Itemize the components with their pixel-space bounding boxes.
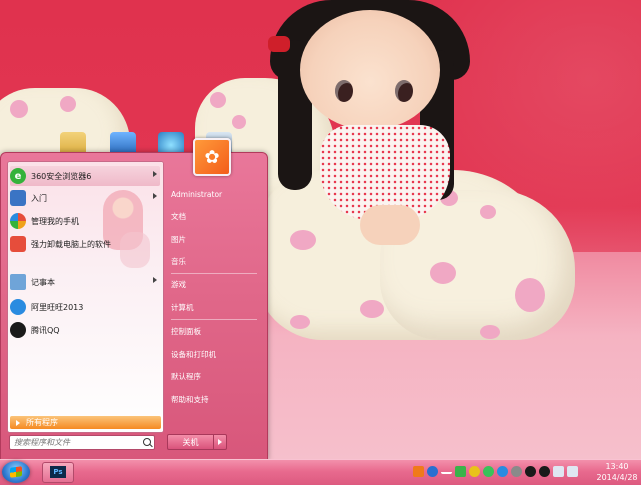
flower-icon: ✿	[204, 146, 220, 168]
menu-item-devices-printers[interactable]: 设备和打印机	[171, 347, 259, 363]
submenu-arrow-icon	[153, 193, 157, 199]
menu-item-computer[interactable]: 计算机	[171, 300, 259, 316]
wallpaper-dot	[360, 300, 384, 318]
menu-item-default-programs[interactable]: 默认程序	[171, 369, 259, 385]
clock-date: 2014/4/28	[596, 473, 638, 482]
program-label: 记事本	[31, 277, 55, 287]
qq-penguin-icon	[10, 322, 26, 338]
all-programs-label: 所有程序	[26, 418, 58, 427]
360-guard-icon[interactable]	[483, 466, 494, 477]
wallpaper-doll-eye	[335, 80, 353, 102]
program-notepad[interactable]: 记事本	[10, 272, 160, 292]
notepad-icon	[10, 274, 26, 290]
program-getting-started[interactable]: 入门	[10, 188, 160, 208]
program-aliwangwang[interactable]: 阿里旺旺2013	[10, 297, 160, 317]
start-button[interactable]	[2, 461, 30, 483]
menu-item-games[interactable]: 游戏	[171, 277, 259, 293]
taskbar-photoshop-button[interactable]: Ps	[42, 462, 74, 483]
menu-item-control-panel[interactable]: 控制面板	[171, 324, 259, 340]
shutdown-group: 关机	[167, 434, 227, 450]
menu-item-documents[interactable]: 文档	[171, 209, 259, 225]
qq-tray-icon-2[interactable]	[539, 466, 550, 477]
menu-separator	[171, 319, 257, 320]
wallpaper-dot	[210, 92, 226, 108]
taskbar-clock[interactable]: 13:40 2014/4/28	[595, 461, 639, 483]
help-icon[interactable]	[427, 466, 438, 477]
search-icon	[142, 437, 154, 449]
submenu-arrow-icon	[153, 277, 157, 283]
clock-time: 13:40	[605, 462, 629, 471]
program-label: 腾讯QQ	[31, 325, 60, 335]
aliwangwang-icon	[10, 299, 26, 315]
program-label: 入门	[31, 193, 47, 203]
menu-item-pictures[interactable]: 图片	[171, 232, 259, 248]
program-label: 360安全浏览器6	[31, 171, 92, 181]
start-search-input[interactable]: 搜索程序和文件	[9, 435, 155, 450]
program-uninstaller[interactable]: 强力卸载电脑上的软件	[10, 234, 160, 254]
windows-logo-icon	[10, 466, 22, 478]
menu-item-administrator[interactable]: Administrator	[171, 187, 259, 203]
network-icon[interactable]	[567, 466, 578, 477]
photoshop-icon: Ps	[50, 466, 66, 478]
program-label: 阿里旺旺2013	[31, 302, 84, 312]
wallpaper-doll-eye	[395, 80, 413, 102]
program-label: 强力卸载电脑上的软件	[31, 239, 111, 249]
menu-item-help-support[interactable]: 帮助和支持	[171, 392, 259, 408]
wallpaper-dot	[480, 205, 496, 219]
all-programs-button[interactable]: 所有程序	[10, 416, 161, 429]
chevron-right-icon	[218, 439, 222, 445]
submenu-arrow-icon	[153, 171, 157, 177]
sogou-input-icon[interactable]	[413, 466, 424, 477]
browser-360-icon: e	[10, 168, 26, 184]
uninstaller-icon	[10, 236, 26, 252]
wallpaper-dot	[10, 100, 28, 118]
volume-icon[interactable]	[553, 466, 564, 477]
wallpaper-dot	[60, 96, 76, 112]
program-360-browser[interactable]: e 360安全浏览器6	[10, 166, 160, 186]
qq-tray-icon[interactable]	[525, 466, 536, 477]
phone-manager-icon	[10, 213, 26, 229]
start-menu-programs-pane: e 360安全浏览器6 入门 管理我的手机 强力卸载电脑上的软件 记事本 阿里旺…	[7, 161, 164, 433]
program-label: 管理我的手机	[31, 216, 79, 226]
wallpaper-dot	[480, 325, 500, 339]
wallpaper-dot	[290, 315, 310, 329]
wallpaper-dot	[430, 262, 456, 284]
getting-started-icon	[10, 190, 26, 206]
wallpaper-doll-face	[300, 10, 440, 130]
program-phone-manager[interactable]: 管理我的手机	[10, 211, 160, 231]
security-shield-icon[interactable]	[455, 466, 466, 477]
start-menu: e 360安全浏览器6 入门 管理我的手机 强力卸载电脑上的软件 记事本 阿里旺…	[0, 152, 268, 460]
system-tray	[413, 466, 581, 477]
user-avatar[interactable]: ✿	[193, 138, 231, 176]
menu-separator	[171, 273, 257, 274]
shutdown-button[interactable]: 关机	[167, 434, 214, 450]
menu-item-music[interactable]: 音乐	[171, 254, 259, 270]
wallpaper-doll-hairclip	[268, 36, 290, 52]
show-hidden-icons-chevron-icon[interactable]	[441, 466, 452, 474]
wallpaper-dot	[515, 278, 545, 312]
all-programs-arrow-icon	[16, 419, 20, 426]
search-placeholder: 搜索程序和文件	[14, 438, 70, 447]
wallpaper-doll-legs	[360, 205, 420, 245]
program-qq[interactable]: 腾讯QQ	[10, 320, 160, 340]
browser-tray-icon[interactable]	[497, 466, 508, 477]
wallpaper-dot	[290, 230, 316, 250]
shutdown-options-button[interactable]	[214, 434, 227, 450]
antivirus-icon[interactable]	[469, 466, 480, 477]
wallpaper-dot	[232, 115, 246, 129]
settings-tray-icon[interactable]	[511, 466, 522, 477]
